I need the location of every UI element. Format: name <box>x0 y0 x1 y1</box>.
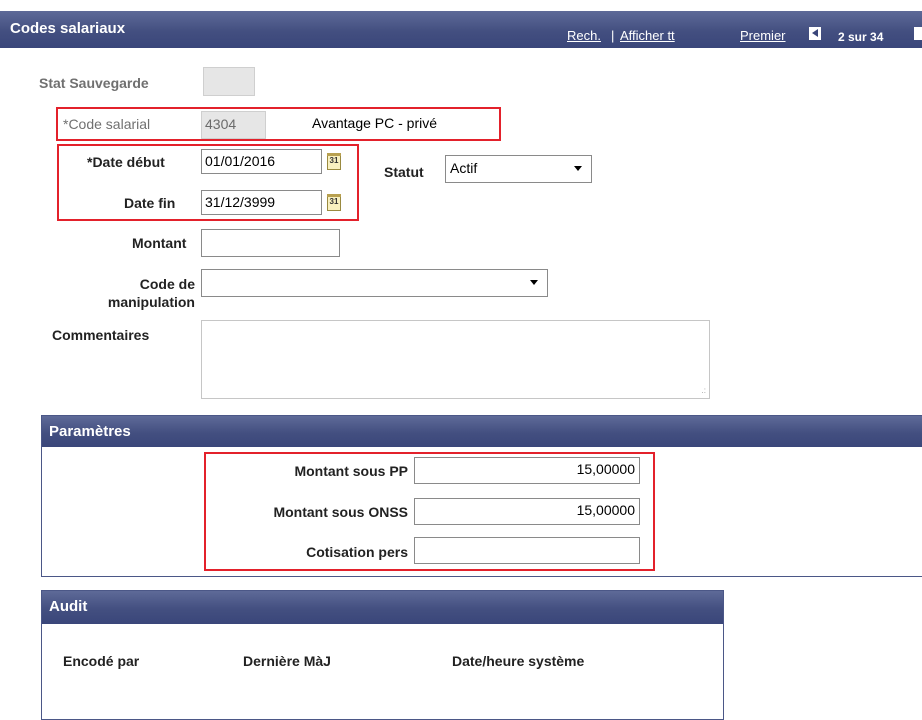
arrow-right-icon[interactable] <box>914 27 922 40</box>
comments-textarea[interactable]: .: <box>201 320 710 399</box>
first-link[interactable]: Premier <box>740 28 786 43</box>
save-status-label: Stat Sauvegarde <box>39 75 149 91</box>
start-date-input[interactable]: 01/01/2016 <box>201 149 322 174</box>
calendar-icon[interactable]: 31 <box>327 194 341 211</box>
amount-pp-input[interactable]: 15,00000 <box>414 457 640 484</box>
chevron-down-icon <box>530 280 538 285</box>
page-title: Codes salariaux <box>10 20 126 37</box>
show-all-link[interactable]: Afficher tt <box>620 28 675 43</box>
amount-onss-input[interactable]: 15,00000 <box>414 498 640 525</box>
resize-grip-icon[interactable]: .: <box>702 387 706 395</box>
audit-column-header: Date/heure système <box>452 653 585 669</box>
amount-onss-label: Montant sous ONSS <box>273 504 408 520</box>
chevron-down-icon <box>574 166 582 171</box>
status-label: Statut <box>384 164 424 180</box>
start-date-label: *Date début <box>87 154 165 170</box>
handling-code-label-line1: Code de <box>139 276 195 292</box>
header-separator: | <box>611 28 615 43</box>
page-header: Codes salariaux Rech. | Afficher tt Prem… <box>0 11 922 48</box>
personal-contribution-label: Cotisation pers <box>306 544 408 560</box>
search-link[interactable]: Rech. <box>567 28 601 43</box>
handling-code-select[interactable] <box>201 269 548 297</box>
handling-code-label-line2: manipulation <box>107 294 195 310</box>
personal-contribution-input[interactable] <box>414 537 640 564</box>
arrow-left-icon[interactable] <box>809 27 821 40</box>
record-position: 2 sur 34 <box>838 30 884 44</box>
amount-input[interactable] <box>201 229 340 257</box>
audit-column-header: Dernière MàJ <box>243 653 331 669</box>
audit-section-title: Audit <box>42 591 723 624</box>
amount-label: Montant <box>132 235 187 251</box>
calendar-icon[interactable]: 31 <box>327 153 341 170</box>
amount-pp-label: Montant sous PP <box>294 463 408 479</box>
parameters-section-title: Paramètres <box>42 416 922 447</box>
pay-code-label: *Code salarial <box>63 116 151 132</box>
end-date-label: Date fin <box>124 195 176 211</box>
save-status-field <box>203 67 255 96</box>
status-select[interactable]: Actif <box>445 155 592 183</box>
comments-label: Commentaires <box>52 327 150 343</box>
audit-column-header: Encodé par <box>63 653 140 669</box>
status-select-value: Actif <box>450 160 478 176</box>
pay-code-description: Avantage PC - privé <box>312 115 438 131</box>
pay-code-field: 4304 <box>201 111 266 139</box>
end-date-input[interactable]: 31/12/3999 <box>201 190 322 215</box>
audit-section: Audit <box>41 590 724 720</box>
